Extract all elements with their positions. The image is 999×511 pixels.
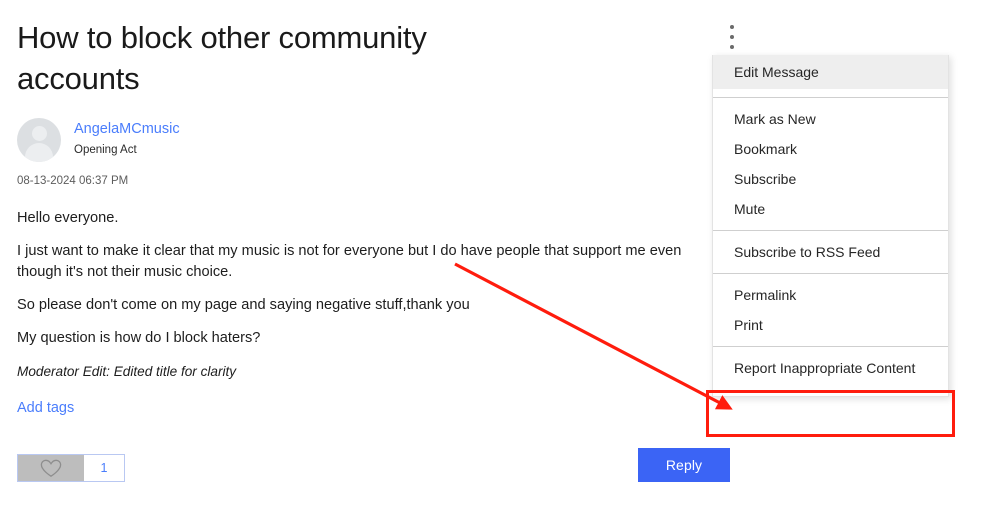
menu-item-mute[interactable]: Mute [713, 194, 948, 224]
post-body: Hello everyone. I just want to make it c… [17, 208, 717, 394]
avatar-body-shape [25, 143, 53, 162]
reply-button[interactable]: Reply [638, 448, 730, 482]
menu-item-subscribe[interactable]: Subscribe [713, 164, 948, 194]
avatar[interactable] [17, 118, 61, 162]
moderator-note: Moderator Edit: Edited title for clarity [17, 364, 237, 379]
post-paragraph: Hello everyone. [17, 210, 119, 226]
kudos-control[interactable]: 1 [17, 454, 125, 482]
kebab-menu-icon[interactable] [725, 25, 739, 49]
author-rank-label: Opening Act [74, 144, 137, 156]
kebab-dot [730, 35, 734, 39]
kebab-dot [730, 25, 734, 29]
options-menu: Edit Message Mark as New Bookmark Subscr… [712, 55, 949, 397]
page-title: How to block other community accounts [17, 20, 427, 96]
post-timestamp: 08-13-2024 06:37 PM [17, 175, 129, 187]
add-tags-link[interactable]: Add tags [17, 400, 74, 416]
menu-group: Report Inappropriate Content [713, 346, 948, 389]
menu-group: Subscribe to RSS Feed [713, 230, 948, 273]
author-block: AngelaMCmusic Opening Act [17, 118, 180, 162]
menu-item-subscribe-rss[interactable]: Subscribe to RSS Feed [713, 237, 948, 267]
post-paragraph: So please don't come on my page and sayi… [17, 297, 470, 313]
kebab-dot [730, 45, 734, 49]
avatar-head-shape [31, 126, 47, 141]
menu-item-mark-as-new[interactable]: Mark as New [713, 104, 948, 134]
menu-item-print[interactable]: Print [713, 310, 948, 340]
menu-group: Edit Message [713, 55, 948, 97]
menu-item-permalink[interactable]: Permalink [713, 280, 948, 310]
kudos-count[interactable]: 1 [84, 455, 124, 481]
author-meta: AngelaMCmusic Opening Act [74, 118, 180, 159]
heart-icon[interactable] [18, 455, 84, 481]
menu-item-report-inappropriate-content[interactable]: Report Inappropriate Content [713, 353, 948, 383]
menu-group: Permalink Print [713, 273, 948, 346]
annotation-highlight-box [706, 390, 955, 437]
post-paragraph: I just want to make it clear that my mus… [17, 243, 682, 280]
post-paragraph: My question is how do I block haters? [17, 330, 261, 346]
menu-item-bookmark[interactable]: Bookmark [713, 134, 948, 164]
author-name-link[interactable]: AngelaMCmusic [74, 119, 180, 139]
menu-group: Mark as New Bookmark Subscribe Mute [713, 97, 948, 230]
menu-item-edit-message[interactable]: Edit Message [713, 55, 948, 89]
